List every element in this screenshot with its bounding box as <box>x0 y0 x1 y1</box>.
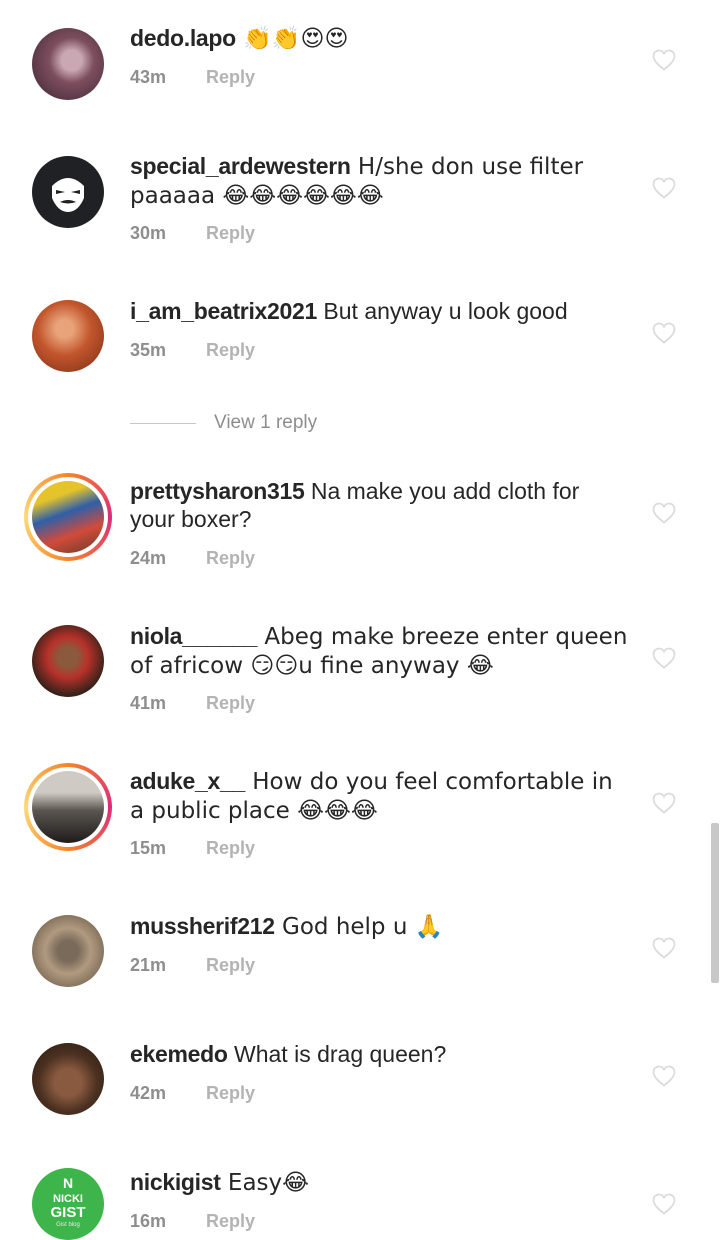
divider-line <box>130 423 196 424</box>
heart-icon[interactable] <box>652 322 676 344</box>
heart-icon[interactable] <box>652 502 676 524</box>
heart-icon[interactable] <box>652 792 676 814</box>
svg-text:GIST: GIST <box>50 1204 85 1221</box>
comment-text: Easy😂 <box>220 1170 310 1196</box>
reply-button[interactable]: Reply <box>206 340 255 360</box>
heart-icon[interactable] <box>652 1065 676 1087</box>
anonymous-mask-icon <box>52 178 84 212</box>
reply-button[interactable]: Reply <box>206 548 255 568</box>
comment-username[interactable]: nickigist <box>130 1169 221 1195</box>
comment-username[interactable]: i_am_beatrix2021 <box>130 298 317 324</box>
comment-username[interactable]: niola______ <box>130 623 257 649</box>
reply-button[interactable]: Reply <box>206 838 255 858</box>
avatar[interactable] <box>32 28 104 100</box>
comment-username[interactable]: special_ardewestern <box>130 153 351 179</box>
comment-time: 15m <box>130 838 167 858</box>
comment-text: What is drag queen? <box>227 1041 447 1067</box>
comment-time: 16m <box>130 1211 167 1231</box>
comment-time: 43m <box>130 67 167 87</box>
comment-time: 41m <box>130 693 167 713</box>
avatar[interactable] <box>32 156 104 228</box>
comment-text: God help u 🙏 <box>274 914 444 940</box>
scrollbar[interactable] <box>711 823 719 983</box>
svg-text:Gist blog: Gist blog <box>56 1222 80 1228</box>
comment-text: But anyway u look good <box>317 298 568 324</box>
avatar[interactable]: N NICKI GIST Gist blog <box>32 1168 104 1240</box>
avatar[interactable] <box>24 763 112 851</box>
comment-time: 21m <box>130 955 167 975</box>
comment-text: 👏👏😍😍 <box>235 26 349 52</box>
comment-username[interactable]: mussherif212 <box>130 913 275 939</box>
reply-button[interactable]: Reply <box>206 1211 255 1231</box>
avatar[interactable] <box>32 1043 104 1115</box>
comment-username[interactable]: prettysharon315 <box>130 478 305 504</box>
comment-time: 24m <box>130 548 167 568</box>
reply-button[interactable]: Reply <box>206 1083 255 1103</box>
avatar[interactable] <box>24 473 112 561</box>
reply-button[interactable]: Reply <box>206 955 255 975</box>
avatar[interactable] <box>32 915 104 987</box>
heart-icon[interactable] <box>652 937 676 959</box>
avatar[interactable] <box>32 625 104 697</box>
reply-button[interactable]: Reply <box>206 67 255 87</box>
heart-icon[interactable] <box>652 177 676 199</box>
comment-time: 35m <box>130 340 167 360</box>
comment-time: 30m <box>130 223 167 243</box>
comment-time: 42m <box>130 1083 167 1103</box>
reply-button[interactable]: Reply <box>206 223 255 243</box>
comment-username[interactable]: ekemedo <box>130 1041 228 1067</box>
heart-icon[interactable] <box>652 647 676 669</box>
heart-icon[interactable] <box>652 1193 676 1215</box>
avatar[interactable] <box>32 300 104 372</box>
svg-text:N: N <box>63 1175 73 1191</box>
comment-username[interactable]: dedo.lapo <box>130 25 236 51</box>
reply-button[interactable]: Reply <box>206 693 255 713</box>
heart-icon[interactable] <box>652 49 676 71</box>
comment-username[interactable]: aduke_x__ <box>130 768 245 794</box>
nicki-gist-logo-icon: N NICKI GIST Gist blog <box>50 1175 85 1228</box>
view-replies-label: View 1 reply <box>214 412 318 433</box>
